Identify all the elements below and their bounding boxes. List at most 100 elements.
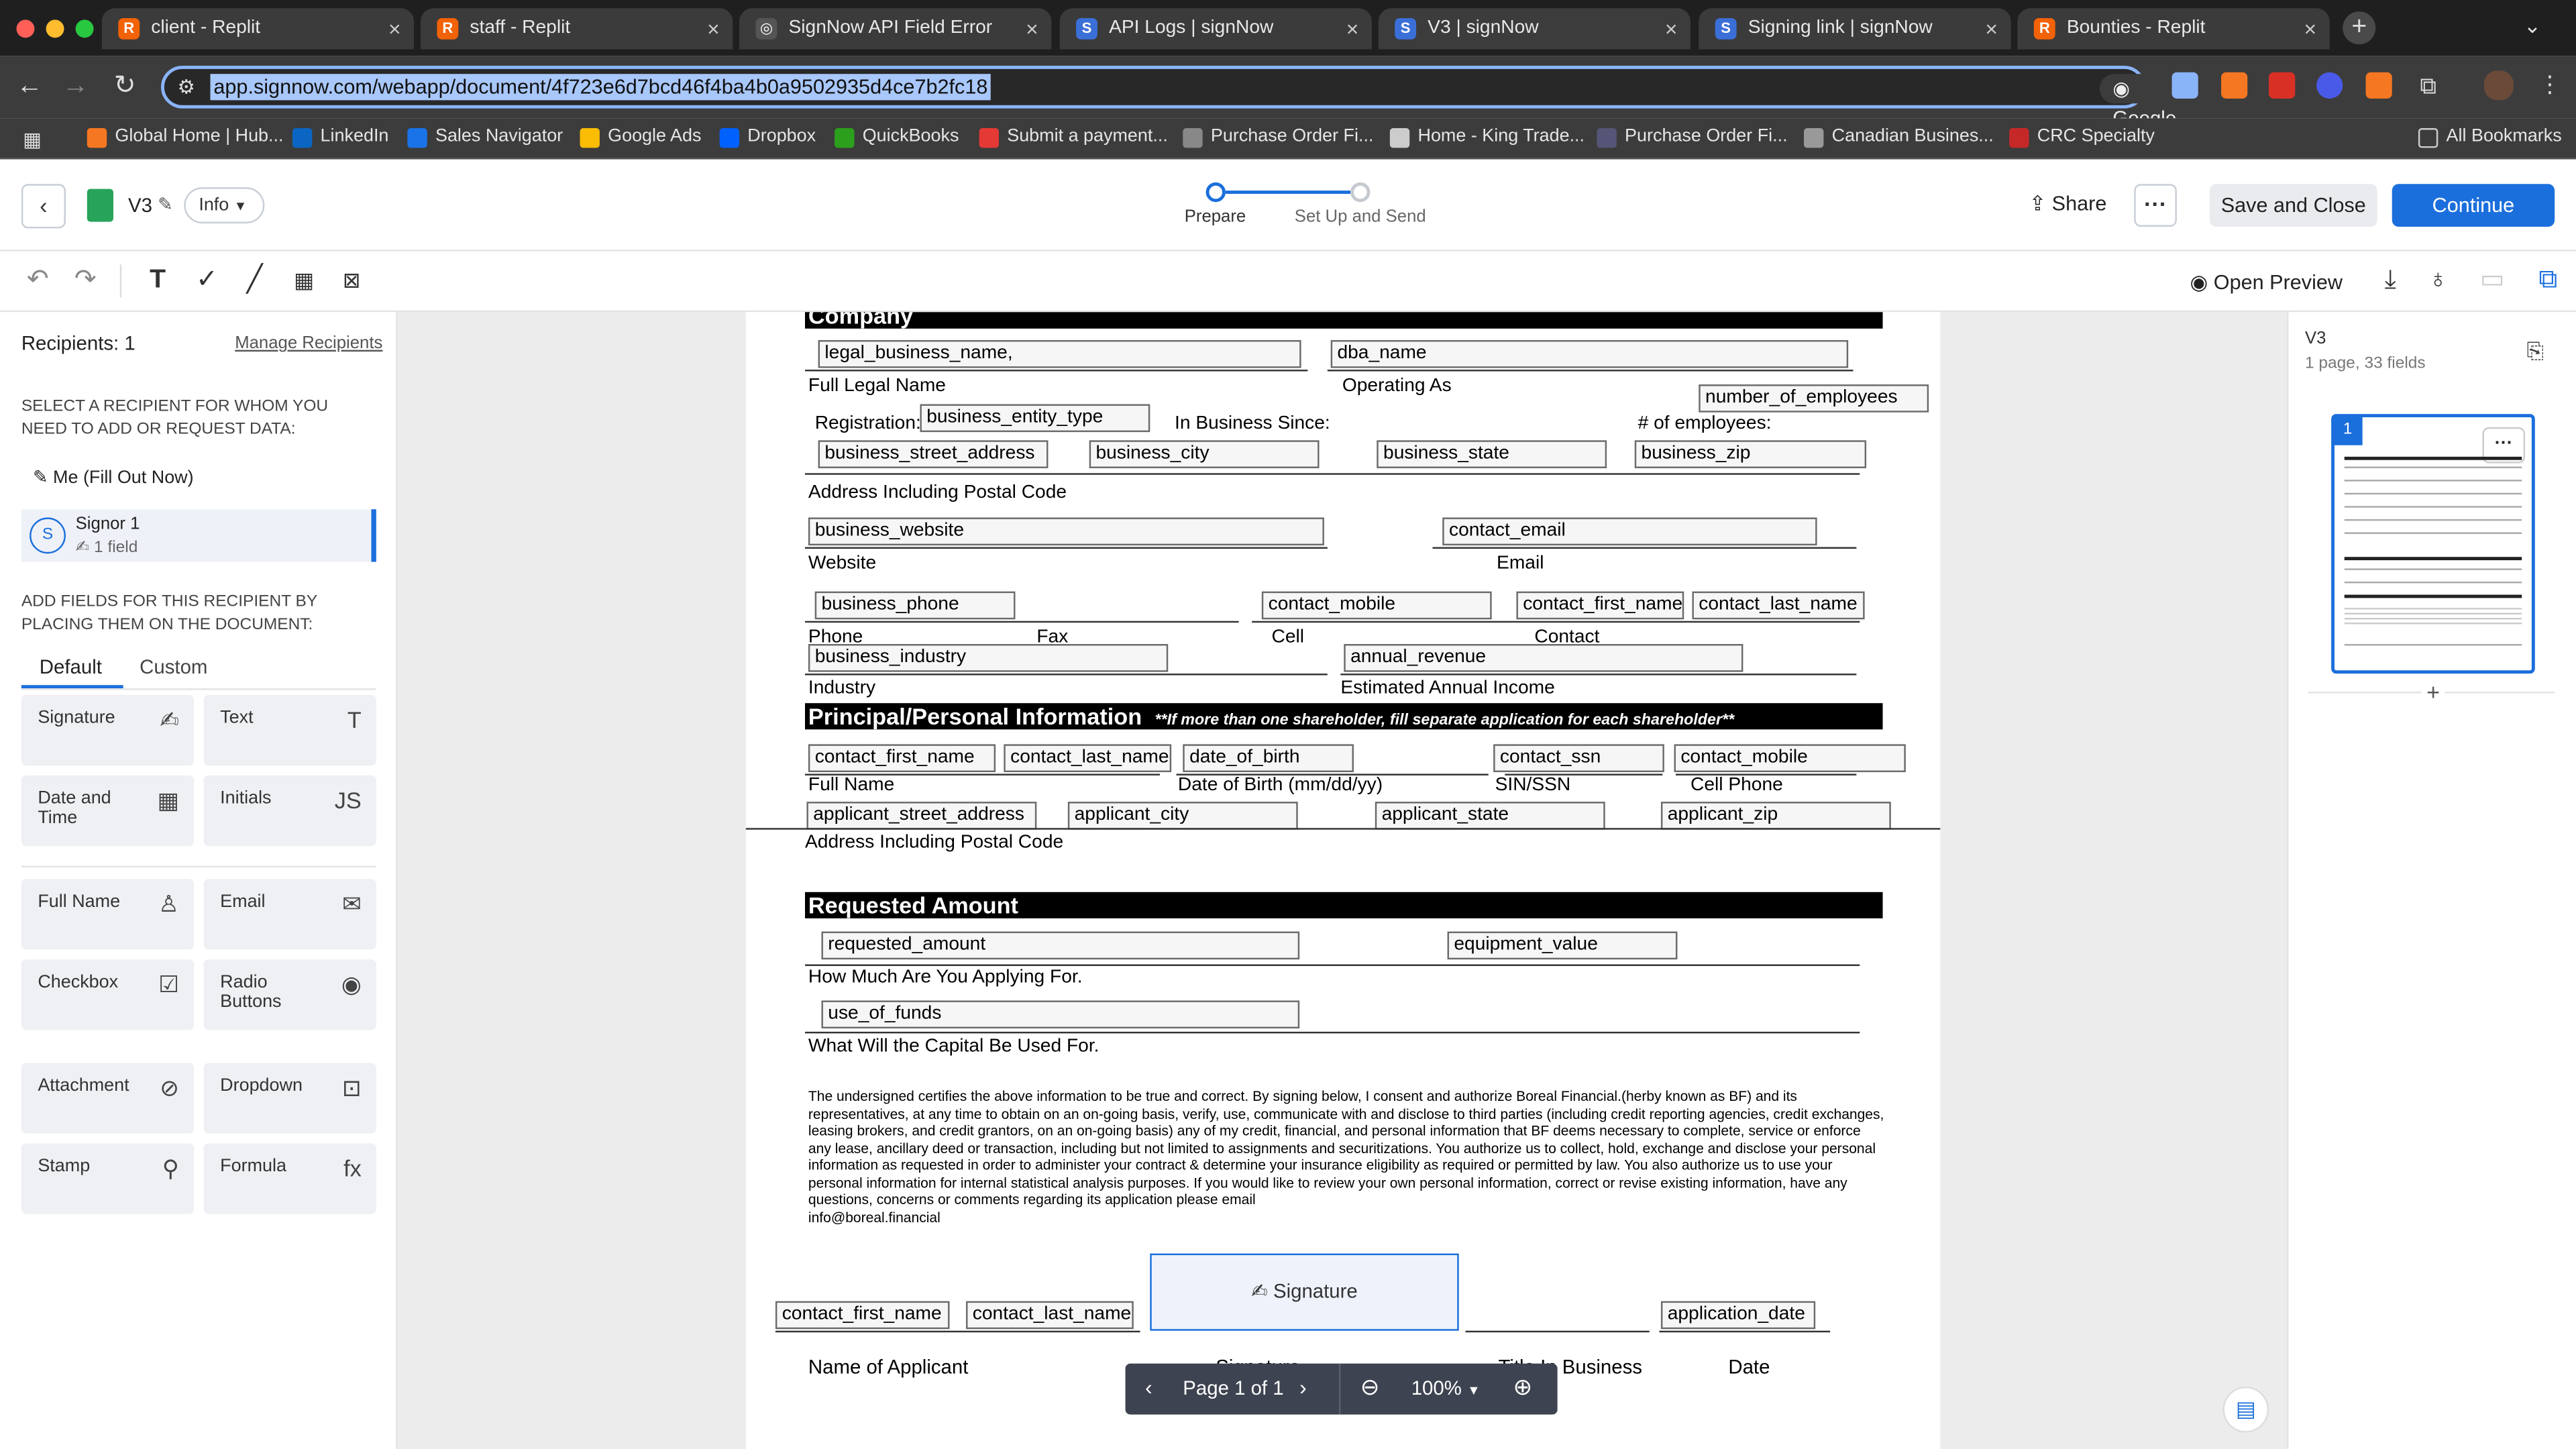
- extensions-puzzle-icon[interactable]: ⧉: [2415, 72, 2441, 99]
- field-principal-mobile[interactable]: contact_mobile: [1674, 744, 1906, 773]
- field-tool-radio-buttons[interactable]: Radio Buttons ◉: [203, 959, 376, 1030]
- field-requested-amount[interactable]: requested_amount: [821, 931, 1300, 960]
- info-dropdown[interactable]: Info ▼: [184, 187, 265, 224]
- field-annual-revenue[interactable]: annual_revenue: [1344, 644, 1743, 672]
- save-and-close-button[interactable]: Save and Close: [2209, 184, 2377, 227]
- bookmark-item[interactable]: Dropbox: [719, 127, 816, 148]
- close-tab-icon[interactable]: ×: [2304, 8, 2316, 49]
- close-tab-icon[interactable]: ×: [1665, 8, 1678, 49]
- field-tool-checkbox[interactable]: Checkbox ☑: [21, 959, 194, 1030]
- step-prepare-label[interactable]: Prepare: [1185, 207, 1246, 227]
- minimize-window-button[interactable]: [46, 19, 64, 38]
- field-tool-full-name[interactable]: Full Name ♙: [21, 879, 194, 950]
- field-tool-attachment[interactable]: Attachment ⊘: [21, 1063, 194, 1134]
- manage-recipients-link[interactable]: Manage Recipients: [235, 333, 382, 353]
- field-principal-last-name[interactable]: contact_last_name: [1004, 744, 1172, 773]
- field-contact-email[interactable]: contact_email: [1442, 517, 1817, 546]
- continue-button[interactable]: Continue: [2392, 184, 2555, 227]
- field-tool-signature[interactable]: Signature ✍: [21, 694, 194, 766]
- field-business-phone[interactable]: business_phone: [814, 591, 1016, 620]
- extension-icon[interactable]: [2171, 72, 2198, 99]
- browser-tab[interactable]: S Signing link | signNow ×: [1699, 8, 2011, 50]
- check-tool-icon[interactable]: ✓: [191, 264, 223, 297]
- rename-pencil-icon[interactable]: ✎: [158, 194, 173, 215]
- field-signer-last-name[interactable]: contact_last_name: [966, 1301, 1134, 1330]
- signature-field[interactable]: ✍ Signature: [1150, 1253, 1459, 1331]
- bookmark-item[interactable]: Home - King Trade...: [1389, 127, 1585, 148]
- close-tab-icon[interactable]: ×: [1026, 8, 1038, 49]
- pages-panel-icon[interactable]: ⧉: [2532, 264, 2565, 297]
- bookmark-item[interactable]: Purchase Order Fi...: [1597, 127, 1788, 148]
- bookmark-item[interactable]: Sales Navigator: [407, 127, 563, 148]
- browser-tab[interactable]: S API Logs | signNow ×: [1059, 8, 1372, 50]
- reload-icon[interactable]: ↻: [107, 69, 143, 105]
- bookmark-item[interactable]: Google Ads: [580, 127, 701, 148]
- apps-grid-icon[interactable]: ▦: [23, 128, 42, 151]
- add-page-icon[interactable]: +: [2421, 678, 2445, 705]
- all-bookmarks-link[interactable]: All Bookmarks: [2418, 127, 2562, 148]
- profile-avatar[interactable]: [2483, 70, 2514, 101]
- tab-custom[interactable]: Custom: [140, 655, 207, 678]
- field-tool-date-and-time[interactable]: Date and Time ▦: [21, 775, 194, 847]
- field-applicant-city[interactable]: applicant_city: [1067, 802, 1298, 830]
- close-tab-icon[interactable]: ×: [1985, 8, 1998, 49]
- browser-tab[interactable]: S V3 | signNow ×: [1378, 8, 1691, 50]
- more-options-button[interactable]: ···: [2134, 184, 2177, 227]
- close-tab-icon[interactable]: ×: [707, 8, 720, 49]
- download-icon[interactable]: ⤓: [2374, 264, 2407, 297]
- page-thumbnail[interactable]: 1 ···: [2331, 414, 2535, 674]
- zoominfo-extension-icon[interactable]: [2316, 72, 2343, 99]
- zoom-level[interactable]: 100% ▼: [1411, 1377, 1481, 1399]
- field-date-of-birth[interactable]: date_of_birth: [1183, 744, 1354, 773]
- browser-tab[interactable]: R Bounties - Replit ×: [2017, 8, 2330, 50]
- tab-search-icon[interactable]: ⌄: [2524, 13, 2542, 40]
- maximize-window-button[interactable]: [75, 19, 94, 38]
- field-applicant-state[interactable]: applicant_state: [1375, 802, 1605, 830]
- layout-icon[interactable]: ▭: [2476, 264, 2509, 297]
- field-tool-dropdown[interactable]: Dropdown ⊡: [203, 1063, 376, 1134]
- me-fill-out-option[interactable]: ✎ Me (Fill Out Now): [33, 467, 194, 488]
- field-application-date[interactable]: application_date: [1660, 1301, 1816, 1330]
- field-equipment-value[interactable]: equipment_value: [1447, 931, 1678, 960]
- field-business-street-address[interactable]: business_street_address: [818, 440, 1049, 468]
- close-tab-icon[interactable]: ×: [388, 8, 401, 49]
- url-text[interactable]: app.signnow.com/webapp/document/4f723e6d…: [210, 74, 991, 101]
- bookmark-item[interactable]: Purchase Order Fi...: [1183, 127, 1373, 148]
- field-contact-ssn[interactable]: contact_ssn: [1493, 744, 1664, 773]
- field-business-city[interactable]: business_city: [1089, 440, 1320, 468]
- field-business-website[interactable]: business_website: [808, 517, 1324, 546]
- back-arrow-icon[interactable]: ←: [11, 69, 48, 105]
- redo-icon[interactable]: ↷: [69, 264, 102, 297]
- field-principal-first-name[interactable]: contact_first_name: [808, 744, 996, 773]
- field-tool-text[interactable]: Text T: [203, 694, 376, 766]
- field-dba-name[interactable]: dba_name: [1330, 339, 1849, 368]
- line-tool-icon[interactable]: ╱: [238, 264, 271, 297]
- text-tool-icon[interactable]: T: [142, 264, 174, 297]
- url-bar[interactable]: ⚙ app.signnow.com/webapp/document/4f723e…: [161, 65, 2293, 160]
- browser-tab[interactable]: Rclient - Replit ×: [101, 8, 415, 50]
- hint-bulb-icon[interactable]: ♁: [2422, 264, 2455, 297]
- field-number-of-employees[interactable]: number_of_employees: [1699, 384, 1929, 413]
- field-contact-last-name[interactable]: contact_last_name: [1692, 591, 1865, 620]
- step-setup-label[interactable]: Set Up and Send: [1295, 207, 1426, 227]
- field-tool-initials[interactable]: Initials JS: [203, 775, 376, 847]
- field-applicant-zip[interactable]: applicant_zip: [1660, 802, 1891, 830]
- bookmark-item[interactable]: QuickBooks: [835, 127, 959, 148]
- field-tool-stamp[interactable]: Stamp ⚲: [21, 1143, 194, 1214]
- undo-icon[interactable]: ↶: [21, 264, 54, 297]
- field-use-of-funds[interactable]: use_of_funds: [821, 1000, 1300, 1029]
- close-tab-icon[interactable]: ×: [1346, 8, 1359, 49]
- close-window-button[interactable]: [16, 19, 35, 38]
- signer-row[interactable]: S Signor 1 ✍ 1 field: [21, 509, 376, 562]
- field-business-entity-type[interactable]: business_entity_type: [920, 404, 1150, 433]
- field-legal-business-name[interactable]: legal_business_name,: [818, 339, 1301, 368]
- document-settings-icon[interactable]: ⎘: [2527, 338, 2544, 364]
- site-info-icon[interactable]: ⚙: [177, 76, 195, 99]
- field-contact-first-name[interactable]: contact_first_name: [1516, 591, 1684, 620]
- field-applicant-street-address[interactable]: applicant_street_address: [806, 802, 1037, 830]
- hubspot-sales-extension-icon[interactable]: [2365, 72, 2392, 99]
- share-button[interactable]: ⇪ Share: [2029, 191, 2107, 215]
- pdf-extension-icon[interactable]: [2269, 72, 2296, 99]
- tab-default[interactable]: Default: [40, 655, 102, 678]
- open-preview-button[interactable]: ◉ Open Preview: [2190, 270, 2343, 294]
